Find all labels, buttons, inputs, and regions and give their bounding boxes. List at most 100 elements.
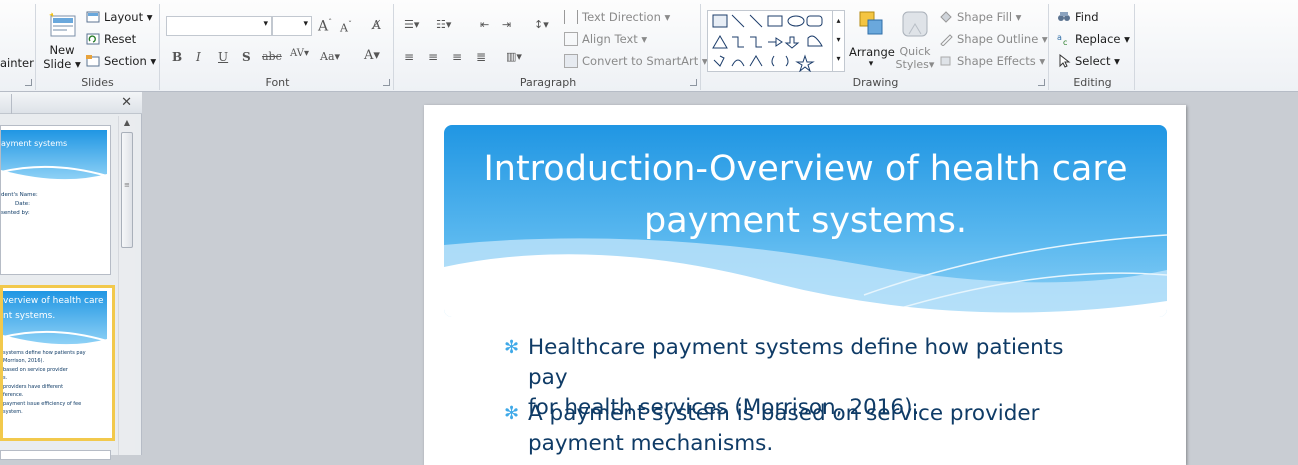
- character-spacing-icon[interactable]: AV▾: [290, 48, 309, 59]
- underline-icon[interactable]: U: [218, 50, 228, 64]
- drawing-group-label: Drawing: [852, 76, 899, 89]
- font-group: ▾ ▾ Aˆ Aˇ A̸ B I U S abc AV▾ Aa▾ A▾ Font: [162, 4, 394, 90]
- arrange-icon: [859, 11, 883, 35]
- align-text-icon: [564, 32, 578, 46]
- font-group-label: Font: [265, 76, 290, 89]
- grow-font-icon[interactable]: Aˆ: [318, 18, 332, 35]
- bullets-icon[interactable]: ☰▾: [404, 18, 419, 31]
- new-slide-icon: [49, 12, 76, 37]
- shadow-icon[interactable]: S: [242, 50, 251, 64]
- ribbon: ainter New Slide ▾ Layout ▾ Reset Sectio: [0, 0, 1298, 92]
- slide-thumbnail-2[interactable]: verview of health care nt systems. syste…: [0, 285, 115, 441]
- decrease-indent-icon[interactable]: ⇤: [480, 18, 489, 31]
- select-button[interactable]: Select ▾: [1057, 54, 1120, 68]
- quick-styles-label1: Quick: [899, 45, 931, 58]
- arrange-label: Arrange: [849, 45, 895, 59]
- thumbnail-2-line-8: system.: [3, 409, 23, 415]
- slide-title-line-2: payment systems.: [644, 201, 967, 241]
- thumbnail-2-title-1: verview of health care: [3, 296, 104, 306]
- panel-scrollbar[interactable]: ▲ ≡: [118, 116, 135, 455]
- slides-group: New Slide ▾ Layout ▾ Reset Section ▾ Sli…: [36, 4, 160, 90]
- justify-icon[interactable]: ≣: [476, 50, 486, 64]
- editing-group: Find ac Replace ▾ Select ▾ Editing: [1051, 4, 1135, 90]
- paragraph-launcher[interactable]: [690, 79, 697, 86]
- slide-title-banner: Introduction-Overview of health care pay…: [444, 125, 1167, 317]
- clipboard-launcher[interactable]: [25, 79, 32, 86]
- italic-icon[interactable]: I: [196, 50, 201, 64]
- clear-formatting-icon[interactable]: A̸: [372, 18, 381, 32]
- slide-canvas[interactable]: Introduction-Overview of health care pay…: [424, 105, 1186, 465]
- new-slide-label2: Slide ▾: [43, 57, 81, 71]
- bullet-star-icon: ✻: [504, 403, 520, 424]
- thumbnail-2-line-5: providers have different: [3, 384, 64, 390]
- arrange-button[interactable]: Arrange ▾: [849, 8, 895, 69]
- new-slide-button[interactable]: New Slide ▾: [42, 8, 82, 76]
- shapes-scroll-icon[interactable]: ▴ ▾ ▾: [832, 11, 844, 71]
- line-spacing-icon[interactable]: ↕▾: [534, 18, 549, 31]
- numbering-icon[interactable]: ☷▾: [436, 18, 451, 31]
- bullet-1[interactable]: ✻ Healthcare payment systems define how …: [504, 333, 1104, 420]
- thumbnail-2-line-2: Morrison, 2016).: [3, 358, 45, 364]
- layout-icon: [86, 11, 100, 23]
- slides-panel: ✕ ayment systems dent's Name: Date: sent…: [0, 92, 142, 460]
- scroll-thumb[interactable]: ≡: [121, 132, 133, 248]
- quick-styles-button[interactable]: Quick Styles▾: [895, 8, 935, 71]
- shape-effects-icon: [940, 56, 951, 66]
- font-family-box[interactable]: ▾: [166, 16, 272, 36]
- thumbnail-2-title-2: nt systems.: [3, 311, 56, 321]
- thumbnail-2-line-7: payment issue efficiency of fee: [3, 401, 82, 407]
- panel-tab[interactable]: [0, 94, 12, 114]
- drawing-group: ▴ ▾ ▾ Arrange ▾ Quick Styles▾ Shape Fill ▾…: [703, 4, 1049, 90]
- slide-title[interactable]: Introduction-Overview of health care pay…: [464, 143, 1147, 247]
- font-size-box[interactable]: ▾: [272, 16, 312, 36]
- find-button[interactable]: Find: [1057, 10, 1099, 24]
- scroll-up-icon[interactable]: ▲: [119, 118, 135, 127]
- increase-indent-icon[interactable]: ⇥: [502, 18, 511, 31]
- bullet-2[interactable]: ✻ A payment system is based on service p…: [504, 399, 1104, 461]
- thumbnail-1-title: ayment systems: [1, 139, 68, 148]
- align-text-button[interactable]: Align Text ▾: [564, 32, 647, 46]
- change-case-icon[interactable]: Aa▾: [320, 50, 340, 63]
- align-left-icon[interactable]: ≡: [404, 50, 414, 64]
- bullet-2-line-1: A payment system is based on service pro…: [528, 401, 1040, 426]
- paragraph-group: ☰▾ ☷▾ ⇤ ⇥ ↕▾ ≡ ≡ ≡ ≣ ▥▾ Text Direction ▾…: [396, 4, 708, 90]
- slide-thumbnail-1[interactable]: ayment systems dent's Name: Date: sented…: [0, 125, 111, 275]
- cursor-icon: [1059, 54, 1071, 68]
- panel-header: ✕: [0, 92, 142, 114]
- shape-effects-button[interactable]: Shape Effects ▾: [939, 54, 1045, 68]
- shapes-gallery[interactable]: ▴ ▾ ▾: [707, 10, 845, 72]
- align-right-icon[interactable]: ≡: [452, 50, 462, 64]
- drawing-launcher[interactable]: [1038, 79, 1045, 86]
- close-panel-icon[interactable]: ✕: [121, 95, 132, 110]
- clipboard-group: ainter: [0, 4, 36, 90]
- bullet-1-line-1: Healthcare payment systems define how pa…: [528, 335, 1064, 390]
- thumbnail-2-line-1: systems define how patients pay: [3, 350, 86, 356]
- bold-icon[interactable]: B: [172, 50, 182, 64]
- section-button[interactable]: Section ▾: [86, 54, 156, 68]
- shapes-gallery-icon: [712, 14, 823, 72]
- slide-thumbnail-3[interactable]: [0, 450, 111, 460]
- thumbnail-2-line-6: ference.: [3, 392, 24, 398]
- text-direction-button[interactable]: Text Direction ▾: [564, 10, 670, 24]
- smartart-icon: [564, 54, 578, 68]
- format-painter-button[interactable]: ainter: [0, 56, 34, 70]
- replace-icon: ac: [1057, 33, 1067, 46]
- shape-fill-button[interactable]: Shape Fill ▾: [939, 10, 1021, 24]
- convert-smartart-button[interactable]: Convert to SmartArt ▾: [564, 54, 708, 68]
- shape-outline-button[interactable]: Shape Outline ▾: [939, 32, 1048, 46]
- layout-button[interactable]: Layout ▾: [86, 10, 153, 24]
- shrink-font-icon[interactable]: Aˇ: [340, 20, 352, 35]
- strikethrough-icon[interactable]: abc: [262, 50, 282, 63]
- text-direction-icon: [564, 10, 578, 24]
- bullet-star-icon: ✻: [504, 337, 520, 358]
- shape-fill-icon: [940, 11, 952, 23]
- editing-group-label: Editing: [1073, 76, 1112, 89]
- reset-button[interactable]: Reset: [86, 32, 136, 46]
- font-launcher[interactable]: [383, 79, 390, 86]
- arrange-dropdown-icon: ▾: [868, 59, 874, 69]
- columns-icon[interactable]: ▥▾: [506, 50, 522, 63]
- replace-button[interactable]: ac Replace ▾: [1057, 32, 1130, 46]
- center-icon[interactable]: ≡: [428, 50, 438, 64]
- shape-outline-icon: [940, 34, 953, 46]
- font-color-icon[interactable]: A▾: [364, 48, 380, 63]
